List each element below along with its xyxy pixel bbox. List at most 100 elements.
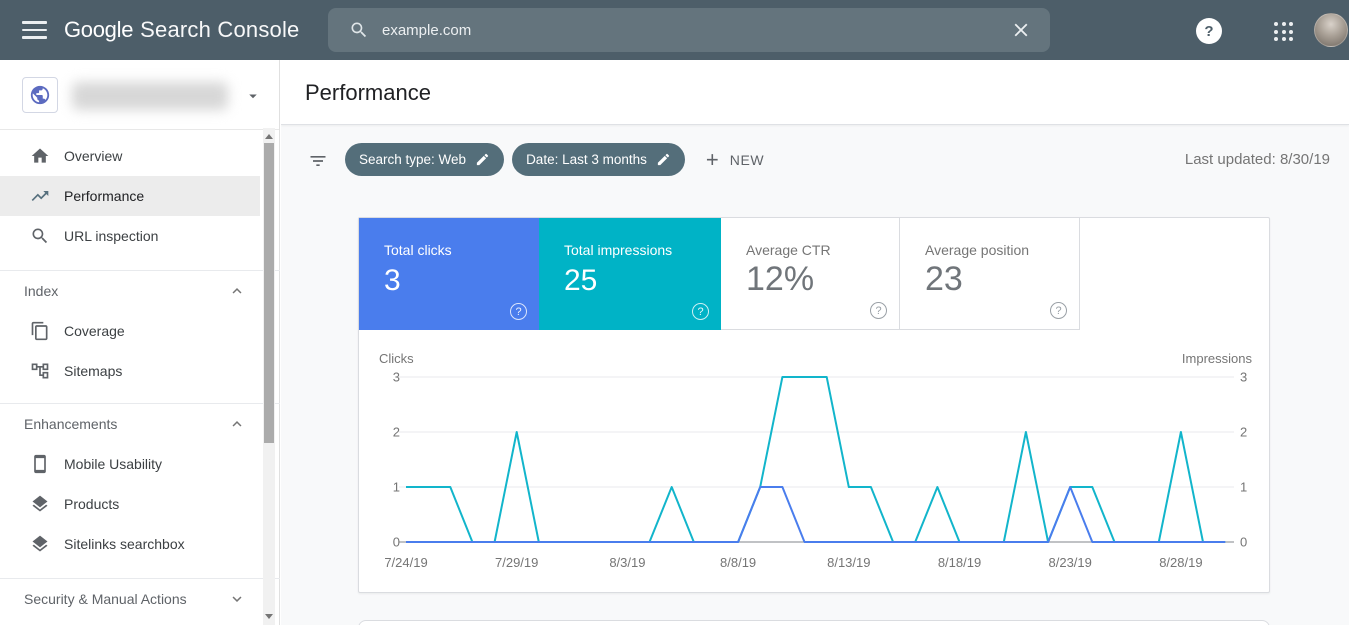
sidebar-item-sitelinks-searchbox[interactable]: Sitelinks searchbox	[0, 524, 260, 564]
search-icon	[351, 22, 367, 38]
metric-card-total-clicks[interactable]: Total clicks 3 ?	[359, 218, 539, 330]
svg-text:Impressions: Impressions	[1182, 351, 1253, 366]
product-logo: Google Search Console	[64, 0, 300, 60]
performance-panel: Total clicks 3 ? Total impressions 25 ? …	[358, 217, 1270, 593]
search-input[interactable]	[382, 21, 942, 39]
section-label: Security & Manual Actions	[24, 591, 187, 607]
sidebar-section-enhancements[interactable]: Enhancements	[0, 404, 260, 444]
app-header: Google Search Console ?	[0, 0, 1349, 60]
section-label: Enhancements	[24, 416, 118, 432]
property-selector[interactable]	[0, 60, 279, 130]
metric-value: 12%	[746, 260, 815, 298]
metric-label: Average position	[925, 242, 1030, 258]
sidebar-item-label: Mobile Usability	[64, 456, 163, 472]
metric-value: 3	[384, 264, 401, 297]
svg-text:1: 1	[1240, 480, 1247, 495]
svg-text:8/13/19: 8/13/19	[827, 555, 870, 570]
svg-text:8/23/19: 8/23/19	[1049, 555, 1092, 570]
question-circle-icon[interactable]: ?	[1050, 302, 1067, 319]
edit-icon	[476, 153, 489, 166]
plus-icon: +	[705, 146, 719, 172]
question-circle-icon[interactable]: ?	[510, 303, 527, 320]
metric-label: Total clicks	[384, 242, 452, 258]
metric-value: 23	[925, 260, 963, 298]
svg-text:2: 2	[1240, 425, 1247, 440]
svg-text:0: 0	[1240, 535, 1247, 550]
property-name-redacted	[72, 82, 228, 110]
account-avatar[interactable]	[1314, 13, 1348, 47]
svg-text:Clicks: Clicks	[379, 351, 414, 366]
svg-text:8/3/19: 8/3/19	[609, 555, 645, 570]
metric-label: Average CTR	[746, 242, 831, 258]
sidebar-item-label: Coverage	[64, 323, 125, 339]
next-card-partial	[358, 620, 1270, 625]
metric-card-average-ctr[interactable]: Average CTR 12% ?	[721, 218, 900, 330]
sidebar-item-mobile-usability[interactable]: Mobile Usability	[0, 444, 260, 484]
chevron-up-icon	[232, 288, 242, 294]
scrollbar-thumb[interactable]	[264, 143, 274, 443]
scroll-up-arrow[interactable]	[265, 134, 273, 139]
trending-up-icon	[31, 191, 49, 201]
last-updated-text: Last updated: 8/30/19	[1184, 151, 1330, 168]
sidebar-item-label: URL inspection	[64, 228, 159, 244]
sidebar-section-security-manual-actions[interactable]: Security & Manual Actions	[0, 579, 260, 619]
metric-cards-row: Total clicks 3 ? Total impressions 25 ? …	[359, 218, 1269, 330]
menu-icon[interactable]	[22, 21, 47, 39]
performance-chart-svg: 0 0 1 1 2 2 3 3 Clicks Impressions 7/24/19 7/29/19 8…	[379, 351, 1253, 570]
smartphone-icon	[34, 454, 46, 474]
sidebar-scrollbar[interactable]	[263, 128, 275, 625]
sidebar-item-label: Sitemaps	[64, 363, 123, 379]
sidebar-item-sitemaps[interactable]: Sitemaps	[0, 351, 260, 391]
svg-text:8/28/19: 8/28/19	[1159, 555, 1202, 570]
sidebar-item-url-inspection[interactable]: URL inspection	[0, 216, 260, 256]
sidebar-item-coverage[interactable]: Coverage	[0, 311, 260, 351]
layers-icon	[32, 535, 48, 552]
filter-bar: Search type: Web Date: Last 3 months + N…	[308, 143, 764, 176]
new-filter-button[interactable]: + NEW	[705, 146, 765, 172]
svg-text:3: 3	[393, 370, 400, 385]
filter-chip-search-type[interactable]: Search type: Web	[345, 143, 505, 176]
pages-icon	[31, 321, 48, 341]
filter-chip-date[interactable]: Date: Last 3 months	[512, 143, 685, 176]
sidebar-item-products[interactable]: Products	[0, 484, 260, 524]
sidebar-item-overview[interactable]: Overview	[0, 136, 260, 176]
clear-icon[interactable]	[1010, 19, 1032, 41]
sidebar-item-label: Overview	[64, 148, 123, 164]
question-circle-icon[interactable]: ?	[870, 302, 887, 319]
title-band: Performance	[281, 60, 1349, 125]
sidebar-item-label: Sitelinks searchbox	[64, 536, 185, 552]
home-icon	[31, 148, 49, 163]
main-content: Performance Search type: Web Date: Last …	[281, 60, 1349, 625]
sidebar-item-label: Performance	[64, 188, 145, 204]
logo-search-console: Search Console	[140, 17, 300, 42]
section-label: Index	[24, 283, 59, 299]
svg-text:7/24/19: 7/24/19	[384, 555, 427, 570]
scroll-down-arrow[interactable]	[265, 614, 273, 619]
metric-label: Total impressions	[564, 242, 673, 258]
layers-icon	[32, 495, 48, 512]
property-search-box[interactable]	[328, 8, 1050, 52]
svg-text:2: 2	[393, 425, 400, 440]
clicks-impressions-chart: 0 0 1 1 2 2 3 3 Clicks Impressions 7/24/19 7/29/19 8…	[359, 346, 1269, 592]
dropdown-arrow-icon	[249, 94, 257, 99]
filter-icon[interactable]	[308, 151, 328, 171]
question-circle-icon[interactable]: ?	[692, 303, 709, 320]
sidebar: Overview Performance URL inspection Inde…	[0, 60, 280, 625]
metric-card-total-impressions[interactable]: Total impressions 25 ?	[539, 218, 721, 330]
new-button-label: NEW	[729, 151, 765, 168]
chip-label: Search type: Web	[359, 152, 467, 167]
sidebar-section-index[interactable]: Index	[0, 271, 260, 311]
metric-value: 25	[564, 264, 598, 297]
svg-text:1: 1	[393, 480, 400, 495]
chevron-up-icon	[232, 421, 242, 427]
metric-card-average-position[interactable]: Average position 23 ?	[900, 218, 1080, 330]
page-title: Performance	[305, 80, 431, 105]
sidebar-item-performance[interactable]: Performance	[0, 176, 260, 216]
apps-grid-icon[interactable]	[1274, 22, 1293, 41]
svg-text:3: 3	[1240, 370, 1247, 385]
chevron-down-icon	[232, 596, 242, 602]
svg-text:0: 0	[393, 535, 400, 550]
help-icon[interactable]: ?	[1196, 18, 1222, 44]
sidebar-item-label: Products	[64, 496, 120, 512]
svg-text:8/18/19: 8/18/19	[938, 555, 981, 570]
